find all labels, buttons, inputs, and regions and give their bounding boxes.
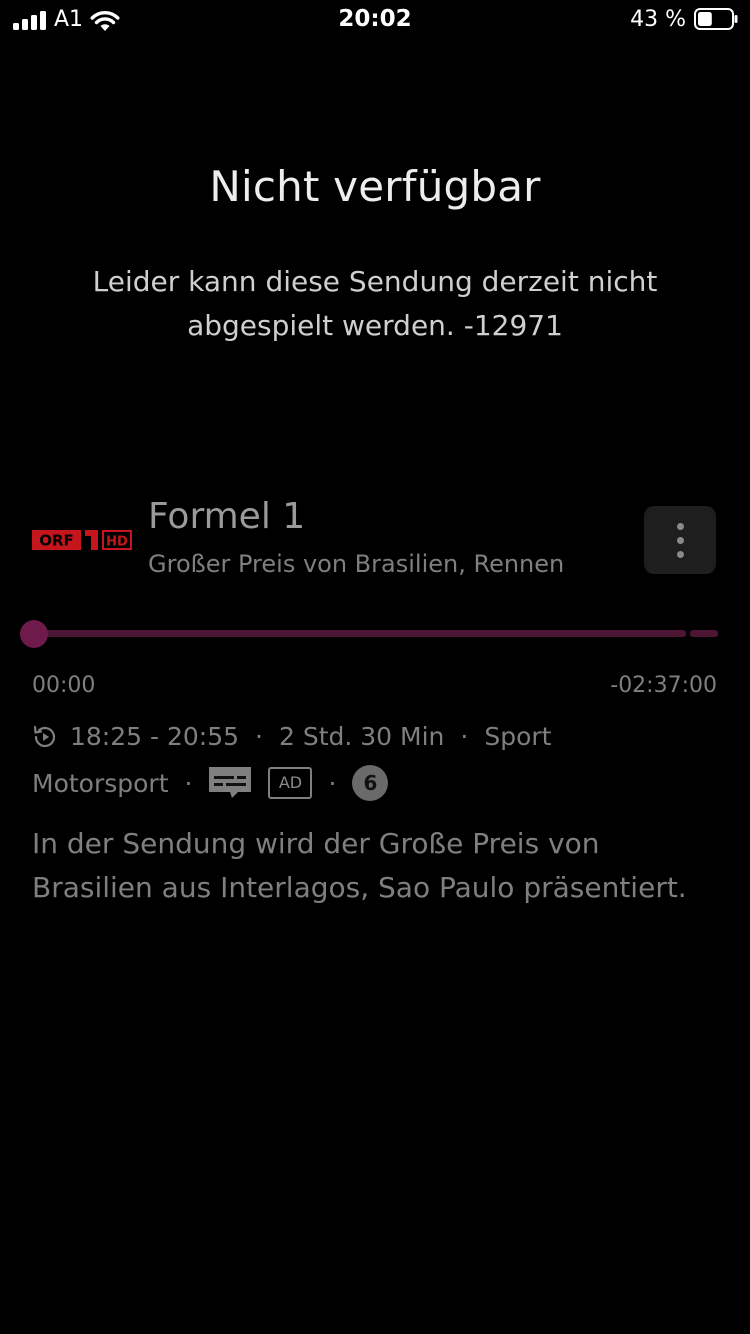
program-title: Formel 1	[148, 496, 306, 537]
time-remaining: -02:37:00	[610, 673, 717, 698]
meta-row-airtime: 18:25 - 20:55 · 2 Std. 30 Min · Sport	[32, 722, 551, 751]
progress-track-end	[690, 630, 718, 637]
program-subtitle: Großer Preis von Brasilien, Rennen	[148, 550, 565, 578]
battery-percentage: 43 %	[630, 7, 686, 32]
status-bar: A1 20:02 43 %	[0, 0, 750, 40]
more-options-button[interactable]	[644, 506, 716, 574]
battery-icon	[694, 8, 738, 30]
time-elapsed: 00:00	[32, 673, 96, 698]
subtitles-icon	[209, 767, 252, 798]
progress-track[interactable]	[34, 630, 686, 637]
airtime: 18:25 - 20:55	[70, 722, 240, 751]
separator: ·	[328, 768, 337, 798]
meta-row-attributes: Motorsport · AD · 6	[32, 765, 389, 801]
program-description: In der Sendung wird der Große Preis von …	[32, 827, 687, 904]
separator: ·	[460, 722, 469, 751]
orf1-hd-logo: ORF HD	[32, 530, 132, 550]
progress-thumb[interactable]	[20, 620, 48, 648]
subgenre: Motorsport	[32, 768, 169, 798]
svg-text:HD: HD	[106, 535, 128, 550]
separator: ·	[255, 722, 263, 751]
duration: 2 Std. 30 Min	[278, 722, 445, 751]
error-title: Nicht verfügbar	[209, 162, 541, 211]
error-message: Leider kann diese Sendung derzeit nicht …	[92, 265, 658, 342]
replay-icon	[33, 725, 56, 747]
age-rating-badge: 6	[352, 765, 389, 801]
svg-text:ORF: ORF	[39, 532, 74, 550]
audio-description-badge: AD	[268, 767, 313, 799]
genre: Sport	[484, 722, 552, 751]
separator: ·	[184, 768, 193, 798]
more-vertical-icon	[677, 523, 684, 530]
